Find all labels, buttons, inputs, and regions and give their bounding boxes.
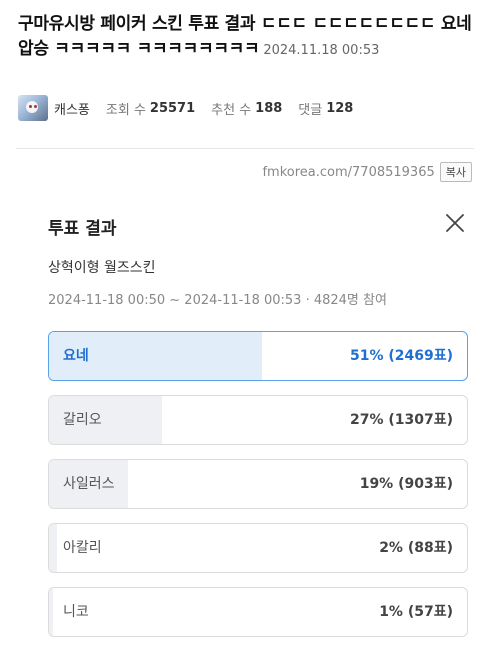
poll-option-result: 51% (2469표) — [349, 348, 453, 364]
poll-option-label: 니코 — [63, 604, 89, 620]
poll-option-result: 27% (1307표) — [349, 412, 453, 428]
post-url[interactable]: fmkorea.com/7708519365 — [262, 165, 434, 180]
post-meta: 캐스퐁 조회 수 25571 추천 수 188 댓글 128 — [18, 94, 369, 122]
views-count: 25571 — [149, 100, 196, 116]
close-icon[interactable] — [444, 212, 466, 234]
poll-options: 요네 51% (2469표) 갈리오 27% (1307표) 사일러스 19% … — [48, 331, 468, 651]
poll-option-bar — [49, 588, 54, 636]
likes-label: 추천 수 — [211, 102, 252, 118]
poll-option-sylas[interactable]: 사일러스 19% (903표) — [48, 459, 468, 509]
post-title-text: 구마유시방 페이커 스킨 투표 결과 ㄷㄷㄷ ㄷㄷㄷㄷㄷㄷㄷㄷ 요네 압승 ㅋㅋ… — [18, 14, 472, 59]
views-label: 조회 수 — [105, 102, 146, 118]
poll-option-label: 갈리오 — [63, 412, 102, 428]
divider — [16, 148, 474, 149]
poll-option-label: 요네 — [63, 348, 89, 364]
poll-option-bar — [49, 524, 58, 572]
poll-option-result: 2% (88표) — [379, 540, 453, 556]
poll-option-yone[interactable]: 요네 51% (2469표) — [48, 331, 468, 381]
post-header: 구마유시방 페이커 스킨 투표 결과 ㄷㄷㄷ ㄷㄷㄷㄷㄷㄷㄷㄷ 요네 압승 ㅋㅋ… — [18, 12, 482, 63]
poll-subject: 상혁이형 월즈스킨 — [48, 260, 156, 276]
poll-option-label: 아칼리 — [63, 540, 102, 556]
author-name[interactable]: 캐스퐁 — [54, 99, 90, 118]
poll-heading: 투표 결과 — [48, 219, 117, 239]
copy-url-button[interactable]: 복사 — [439, 162, 472, 182]
poll-period: 2024-11-18 00:50 ~ 2024-11-18 00:53 · 48… — [48, 293, 387, 308]
poll-option-akali[interactable]: 아칼리 2% (88표) — [48, 523, 468, 573]
avatar[interactable] — [18, 95, 48, 121]
post-date: 2024.11.18 00:53 — [263, 43, 380, 58]
poll-option-neeko[interactable]: 니코 1% (57표) — [48, 587, 468, 637]
comments-count: 128 — [326, 100, 354, 116]
poll-option-result: 1% (57표) — [379, 604, 453, 620]
post-url-row: fmkorea.com/7708519365 복사 — [262, 162, 472, 182]
poll-panel: 투표 결과 상혁이형 월즈스킨 2024-11-18 00:50 ~ 2024-… — [30, 200, 478, 640]
poll-option-galio[interactable]: 갈리오 27% (1307표) — [48, 395, 468, 445]
poll-option-result: 19% (903표) — [359, 476, 453, 492]
post-title: 구마유시방 페이커 스킨 투표 결과 ㄷㄷㄷ ㄷㄷㄷㄷㄷㄷㄷㄷ 요네 압승 ㅋㅋ… — [18, 12, 482, 63]
poll-option-label: 사일러스 — [63, 476, 115, 492]
likes-count: 188 — [255, 100, 283, 116]
comments-label: 댓글 — [298, 102, 323, 118]
